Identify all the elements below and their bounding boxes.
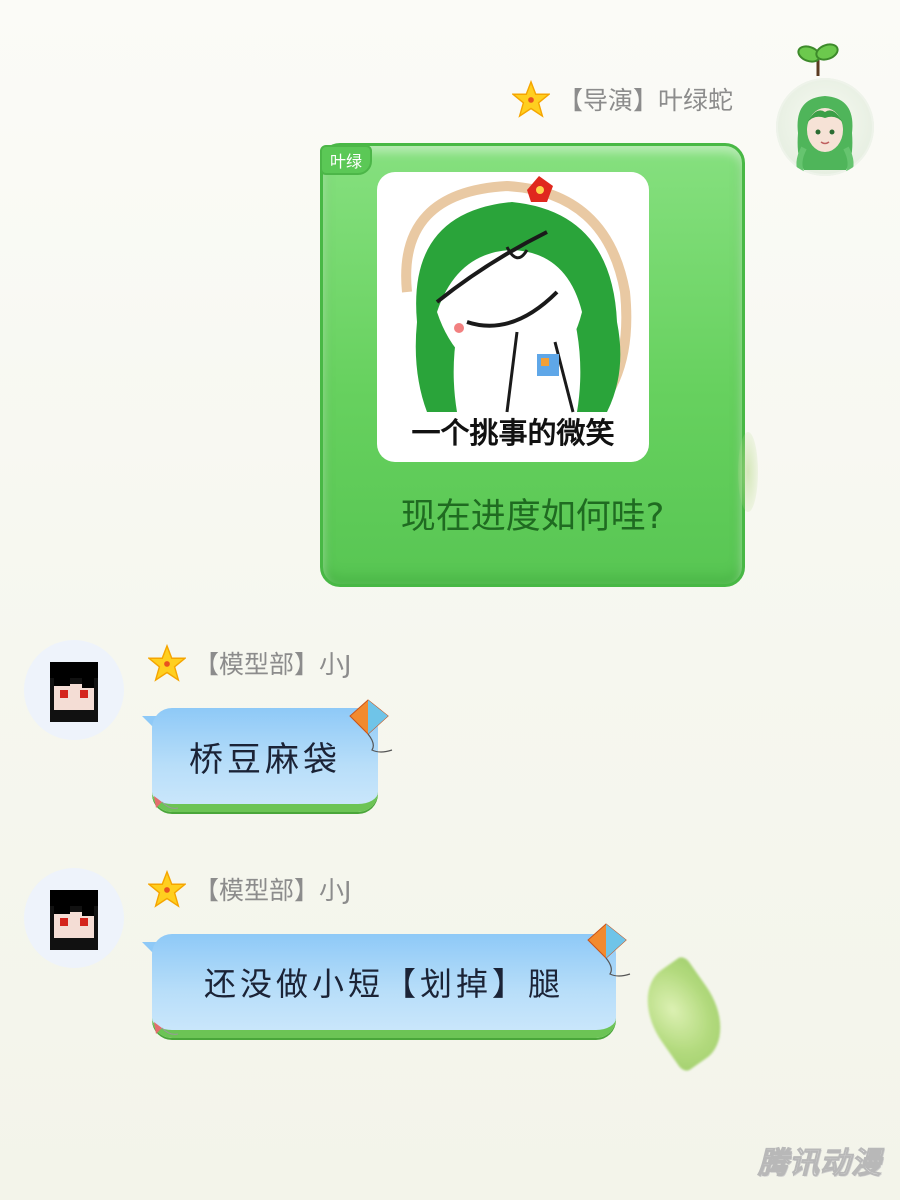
bubble-tag: 叶绿 <box>320 145 372 175</box>
girl-avatar-icon <box>796 96 854 176</box>
message-text-director: 现在进度如何哇? <box>400 497 665 537</box>
pixel-avatar-icon <box>50 890 98 950</box>
kite-icon <box>587 923 631 977</box>
kite-icon <box>349 699 393 753</box>
leaf-decoration <box>628 954 740 1074</box>
sprout-icon <box>797 43 839 76</box>
sender-dept: 【模型部】 <box>194 650 320 679</box>
sticker-caption: 一个挑事的微笑 <box>411 416 615 450</box>
message-bubble-xiaoj-2[interactable]: 还没做小短【划掉】腿 <box>152 934 616 1038</box>
sender-name: 小J <box>319 876 352 905</box>
kite-tail-icon <box>154 796 179 809</box>
avatar-director[interactable] <box>776 78 874 176</box>
pixel-avatar-icon <box>50 662 98 722</box>
message-text: 还没做小短【划掉】腿 <box>203 965 564 1003</box>
message-text: 桥豆麻袋 <box>189 739 341 780</box>
star-icon <box>148 644 186 682</box>
sender-row-director: 【导演】 叶绿蛇 <box>512 80 733 118</box>
sticker-image[interactable]: 一个挑事的微笑 <box>377 172 649 462</box>
sender-row-xiaoj: 【模型部】 小J <box>148 870 351 908</box>
sender-name: 小J <box>319 650 352 679</box>
leaf-decoration <box>738 432 758 512</box>
smiling-girl-sticker-icon <box>401 176 632 413</box>
watermark-logo: 腾讯动漫 <box>758 1146 882 1182</box>
avatar-xiaoj[interactable] <box>24 868 124 968</box>
sender-dept: 【模型部】 <box>194 876 320 905</box>
message-bubble-xiaoj-1[interactable]: 桥豆麻袋 <box>152 708 378 812</box>
kite-tail-icon <box>154 1022 179 1035</box>
sender-dept: 【导演】 <box>558 86 659 115</box>
star-icon <box>512 80 550 118</box>
star-icon <box>148 870 186 908</box>
avatar-xiaoj[interactable] <box>24 640 124 740</box>
sender-name: 叶绿蛇 <box>658 86 734 115</box>
sender-row-xiaoj: 【模型部】 小J <box>148 644 351 682</box>
